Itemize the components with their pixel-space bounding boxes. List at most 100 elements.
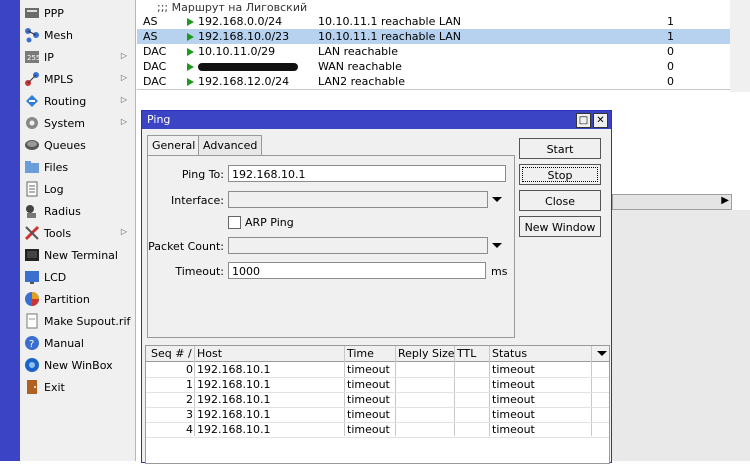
terminal-icon xyxy=(24,247,40,263)
mpls-icon xyxy=(24,71,40,87)
column-host[interactable]: Host xyxy=(197,347,222,360)
column-ttl[interactable]: TTL xyxy=(457,347,476,360)
route-comment-row: ;;; Маршрут на Лиговский xyxy=(157,1,308,14)
winbox-icon xyxy=(24,357,40,373)
submenu-arrow-icon: ▷ xyxy=(120,95,127,104)
route-flag-icon xyxy=(187,18,194,26)
sidebar-item-manual[interactable]: ? Manual xyxy=(20,332,135,354)
window-title: Ping xyxy=(147,113,171,126)
route-list: ;;; Маршрут на Лиговский AS 192.168.0.0/… xyxy=(137,0,730,92)
sidebar-item-mesh[interactable]: Mesh xyxy=(20,24,135,46)
arp-ping-label: ARP Ping xyxy=(245,216,294,229)
new-window-button[interactable]: New Window xyxy=(519,216,601,237)
start-button[interactable]: Start xyxy=(519,138,601,159)
timeout-unit: ms xyxy=(491,265,508,278)
queues-icon xyxy=(24,137,40,153)
routing-icon xyxy=(24,93,40,109)
table-row[interactable]: 3 192.168.10.1 timeout timeout xyxy=(146,407,609,423)
redacted-address xyxy=(198,63,298,71)
ppp-icon xyxy=(24,5,40,21)
route-row[interactable]: DAC 192.168.12.0/24 LAN2 reachable 0 xyxy=(137,74,730,90)
ping-to-label: Ping To: xyxy=(181,168,224,181)
route-flag-icon xyxy=(187,78,194,86)
sidebar-item-exit[interactable]: Exit xyxy=(20,376,135,398)
tools-icon xyxy=(24,225,40,241)
supout-icon xyxy=(24,313,40,329)
sidebar-item-mpls[interactable]: MPLS ▷ xyxy=(20,68,135,90)
table-row[interactable]: 2 192.168.10.1 timeout timeout xyxy=(146,392,609,408)
sidebar-item-routing[interactable]: Routing ▷ xyxy=(20,90,135,112)
packet-count-label: Packet Count: xyxy=(148,240,224,253)
tab-general[interactable]: General xyxy=(147,135,201,156)
column-seq[interactable]: Seq # / xyxy=(151,347,192,360)
maximize-icon[interactable]: □ xyxy=(576,113,591,128)
scroll-right-icon[interactable]: ▶ xyxy=(721,195,729,206)
close-button[interactable]: Close xyxy=(519,190,601,211)
timeout-input[interactable]: 1000 xyxy=(228,262,486,279)
submenu-arrow-icon: ▷ xyxy=(120,227,127,236)
ping-window: Ping □ ✕ General Advanced Ping To: 192.1… xyxy=(141,110,612,464)
sidebar-item-tools[interactable]: Tools ▷ xyxy=(20,222,135,244)
general-panel: Ping To: 192.168.10.1 Interface: ARP Pin… xyxy=(147,155,515,338)
column-reply-size[interactable]: Reply Size xyxy=(398,347,455,360)
mesh-icon xyxy=(24,27,40,43)
timeout-label: Timeout: xyxy=(175,265,224,278)
ping-to-input[interactable]: 192.168.10.1 xyxy=(228,165,506,182)
gear-icon xyxy=(24,115,40,131)
folder-icon xyxy=(24,159,40,175)
submenu-arrow-icon: ▷ xyxy=(120,51,127,60)
sidebar-item-ppp[interactable]: PPP xyxy=(20,2,135,24)
exit-icon xyxy=(24,379,40,395)
route-flag-icon xyxy=(187,63,194,71)
column-menu-icon[interactable] xyxy=(597,351,607,356)
ping-title-bar[interactable]: Ping □ ✕ xyxy=(142,111,611,129)
table-row[interactable]: 1 192.168.10.1 timeout timeout xyxy=(146,377,609,393)
sidebar-item-system[interactable]: System ▷ xyxy=(20,112,135,134)
window-frame-right xyxy=(730,0,750,92)
submenu-arrow-icon: ▷ xyxy=(120,73,127,82)
interface-label: Interface: xyxy=(171,194,224,207)
sidebar-menu: PPP Mesh 255 IP ▷ MPLS ▷ Routing ▷ Syste… xyxy=(20,0,136,461)
route-flag-icon xyxy=(187,48,194,56)
background-area xyxy=(612,210,750,461)
side-blue-strip xyxy=(0,0,20,461)
column-time[interactable]: Time xyxy=(347,347,374,360)
ping-results-table: Seq # / Host Time Reply Size TTL Status … xyxy=(145,345,610,464)
chevron-down-icon[interactable] xyxy=(492,243,502,248)
tab-advanced[interactable]: Advanced xyxy=(198,135,263,155)
manual-icon: ? xyxy=(24,335,40,351)
interface-select[interactable] xyxy=(228,191,488,208)
route-row[interactable]: DAC WAN reachable 0 xyxy=(137,59,730,74)
svg-text:?: ? xyxy=(29,339,34,350)
packet-count-input[interactable] xyxy=(228,237,488,254)
horizontal-scrollbar[interactable]: ▶ xyxy=(612,194,732,210)
sidebar-item-partition[interactable]: Partition xyxy=(20,288,135,310)
sidebar-item-radius[interactable]: Radius xyxy=(20,200,135,222)
close-icon[interactable]: ✕ xyxy=(593,113,608,128)
sidebar-item-files[interactable]: Files xyxy=(20,156,135,178)
stop-button[interactable]: Stop xyxy=(519,164,601,185)
table-row[interactable]: 0 192.168.10.1 timeout timeout xyxy=(146,362,609,378)
table-row[interactable]: 4 192.168.10.1 timeout timeout xyxy=(146,422,609,438)
log-icon xyxy=(24,181,40,197)
submenu-arrow-icon: ▷ xyxy=(120,117,127,126)
sidebar-item-queues[interactable]: Queues xyxy=(20,134,135,156)
route-flag-icon xyxy=(187,33,194,41)
route-row[interactable]: AS 192.168.0.0/24 10.10.11.1 reachable L… xyxy=(137,14,730,29)
partition-icon xyxy=(24,291,40,307)
svg-text:255: 255 xyxy=(27,54,40,62)
ip-icon: 255 xyxy=(24,49,40,65)
lcd-icon xyxy=(24,269,40,285)
sidebar-item-lcd[interactable]: LCD xyxy=(20,266,135,288)
sidebar-item-log[interactable]: Log xyxy=(20,178,135,200)
route-row[interactable]: DAC 10.10.11.0/29 LAN reachable 0 xyxy=(137,44,730,59)
chevron-down-icon[interactable] xyxy=(492,197,502,202)
sidebar-item-make-supout[interactable]: Make Supout.rif xyxy=(20,310,135,332)
route-row-selected[interactable]: AS 192.168.10.0/23 10.10.11.1 reachable … xyxy=(137,29,730,44)
sidebar-item-ip[interactable]: 255 IP ▷ xyxy=(20,46,135,68)
sidebar-item-new-terminal[interactable]: New Terminal xyxy=(20,244,135,266)
column-status[interactable]: Status xyxy=(492,347,527,360)
sidebar-item-new-winbox[interactable]: New WinBox xyxy=(20,354,135,376)
arp-ping-checkbox[interactable] xyxy=(228,216,241,229)
results-header: Seq # / Host Time Reply Size TTL Status xyxy=(146,346,609,362)
